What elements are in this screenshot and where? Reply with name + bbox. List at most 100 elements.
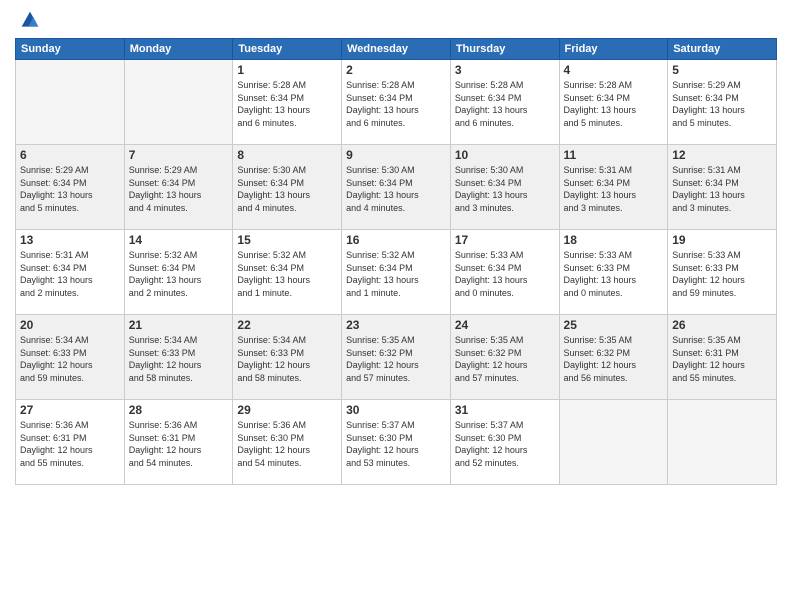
- calendar-cell: 21Sunrise: 5:34 AM Sunset: 6:33 PM Dayli…: [124, 315, 233, 400]
- day-number: 6: [20, 148, 120, 162]
- day-number: 23: [346, 318, 446, 332]
- day-info: Sunrise: 5:34 AM Sunset: 6:33 PM Dayligh…: [237, 334, 337, 384]
- calendar-cell: 14 Sunrise: 5:32 AM Sunset: 6:34 PM Dayli…: [124, 230, 233, 315]
- day-info: Sunrise: 5:36 AM Sunset: 6:30 PM Dayligh…: [237, 419, 337, 469]
- day-info: Sunrise: 5:33 AM Sunset: 6:33 PM Dayligh…: [672, 249, 772, 299]
- day-info: Sunrise: 5:30 AM Sunset: 6:34 PM Dayligh…: [346, 164, 446, 214]
- day-info: Sunrise: 5:28 AM Sunset: 6:34 PM Dayligh…: [564, 79, 664, 129]
- day-number: 1: [237, 63, 337, 77]
- day-number: 26: [672, 318, 772, 332]
- day-info: Sunrise: 5:32 AM Sunset: 6:34 PM Dayligh…: [129, 249, 229, 299]
- calendar-cell: 16 Sunrise: 5:32 AM Sunset: 6:34 PM Dayli…: [342, 230, 451, 315]
- day-number: 30: [346, 403, 446, 417]
- day-info: Sunrise: 5:31 AM Sunset: 6:34 PM Dayligh…: [20, 249, 120, 299]
- calendar-cell: 31 Sunrise: 5:37 AM Sunset: 6:30 PM Dayli…: [450, 400, 559, 485]
- calendar-cell: 25 Sunrise: 5:35 AM Sunset: 6:32 PM Dayli…: [559, 315, 668, 400]
- day-number: 8: [237, 148, 337, 162]
- week-row-2: 6 Sunrise: 5:29 AM Sunset: 6:34 PM Daylig…: [16, 145, 777, 230]
- day-number: 25: [564, 318, 664, 332]
- weekday-header-friday: Friday: [559, 39, 668, 60]
- page: SundayMondayTuesdayWednesdayThursdayFrid…: [0, 0, 792, 612]
- day-info: Sunrise: 5:28 AM Sunset: 6:34 PM Dayligh…: [455, 79, 555, 129]
- week-row-1: 1 Sunrise: 5:28 AM Sunset: 6:34 PM Daylig…: [16, 60, 777, 145]
- calendar-cell: 18 Sunrise: 5:33 AM Sunset: 6:33 PM Dayli…: [559, 230, 668, 315]
- calendar-cell: [559, 400, 668, 485]
- calendar-cell: 3 Sunrise: 5:28 AM Sunset: 6:34 PM Daylig…: [450, 60, 559, 145]
- day-number: 28: [129, 403, 229, 417]
- weekday-header-wednesday: Wednesday: [342, 39, 451, 60]
- day-number: 20: [20, 318, 120, 332]
- calendar-cell: 6 Sunrise: 5:29 AM Sunset: 6:34 PM Daylig…: [16, 145, 125, 230]
- day-number: 5: [672, 63, 772, 77]
- calendar-cell: 7 Sunrise: 5:29 AM Sunset: 6:34 PM Daylig…: [124, 145, 233, 230]
- day-number: 7: [129, 148, 229, 162]
- calendar-cell: 4 Sunrise: 5:28 AM Sunset: 6:34 PM Daylig…: [559, 60, 668, 145]
- day-info: Sunrise: 5:28 AM Sunset: 6:34 PM Dayligh…: [346, 79, 446, 129]
- calendar-cell: 20Sunrise: 5:34 AM Sunset: 6:33 PM Dayli…: [16, 315, 125, 400]
- calendar-cell: 15 Sunrise: 5:32 AM Sunset: 6:34 PM Dayli…: [233, 230, 342, 315]
- day-info: Sunrise: 5:31 AM Sunset: 6:34 PM Dayligh…: [564, 164, 664, 214]
- week-row-5: 27 Sunrise: 5:36 AM Sunset: 6:31 PM Dayli…: [16, 400, 777, 485]
- calendar-cell: 27 Sunrise: 5:36 AM Sunset: 6:31 PM Dayli…: [16, 400, 125, 485]
- weekday-header-thursday: Thursday: [450, 39, 559, 60]
- calendar-cell: 30Sunrise: 5:37 AM Sunset: 6:30 PM Dayli…: [342, 400, 451, 485]
- calendar-cell: 11 Sunrise: 5:31 AM Sunset: 6:34 PM Dayli…: [559, 145, 668, 230]
- calendar-cell: [16, 60, 125, 145]
- day-info: Sunrise: 5:36 AM Sunset: 6:31 PM Dayligh…: [129, 419, 229, 469]
- day-info: Sunrise: 5:29 AM Sunset: 6:34 PM Dayligh…: [20, 164, 120, 214]
- day-number: 19: [672, 233, 772, 247]
- day-info: Sunrise: 5:35 AM Sunset: 6:31 PM Dayligh…: [672, 334, 772, 384]
- day-info: Sunrise: 5:32 AM Sunset: 6:34 PM Dayligh…: [237, 249, 337, 299]
- weekday-header-sunday: Sunday: [16, 39, 125, 60]
- day-number: 10: [455, 148, 555, 162]
- logo-icon: [20, 10, 40, 30]
- day-number: 15: [237, 233, 337, 247]
- calendar-cell: 29 Sunrise: 5:36 AM Sunset: 6:30 PM Dayli…: [233, 400, 342, 485]
- day-info: Sunrise: 5:33 AM Sunset: 6:34 PM Dayligh…: [455, 249, 555, 299]
- calendar-cell: 17Sunrise: 5:33 AM Sunset: 6:34 PM Dayli…: [450, 230, 559, 315]
- day-info: Sunrise: 5:32 AM Sunset: 6:34 PM Dayligh…: [346, 249, 446, 299]
- day-number: 4: [564, 63, 664, 77]
- calendar: SundayMondayTuesdayWednesdayThursdayFrid…: [15, 38, 777, 485]
- day-number: 2: [346, 63, 446, 77]
- day-number: 27: [20, 403, 120, 417]
- day-info: Sunrise: 5:29 AM Sunset: 6:34 PM Dayligh…: [672, 79, 772, 129]
- calendar-cell: [124, 60, 233, 145]
- calendar-cell: 12 Sunrise: 5:31 AM Sunset: 6:34 PM Dayli…: [668, 145, 777, 230]
- day-info: Sunrise: 5:36 AM Sunset: 6:31 PM Dayligh…: [20, 419, 120, 469]
- calendar-cell: 13 Sunrise: 5:31 AM Sunset: 6:34 PM Dayli…: [16, 230, 125, 315]
- day-number: 3: [455, 63, 555, 77]
- calendar-cell: 24Sunrise: 5:35 AM Sunset: 6:32 PM Dayli…: [450, 315, 559, 400]
- weekday-header-row: SundayMondayTuesdayWednesdayThursdayFrid…: [16, 39, 777, 60]
- day-info: Sunrise: 5:30 AM Sunset: 6:34 PM Dayligh…: [237, 164, 337, 214]
- day-number: 18: [564, 233, 664, 247]
- day-number: 16: [346, 233, 446, 247]
- week-row-3: 13 Sunrise: 5:31 AM Sunset: 6:34 PM Dayli…: [16, 230, 777, 315]
- logo: [15, 10, 40, 30]
- weekday-header-saturday: Saturday: [668, 39, 777, 60]
- day-number: 29: [237, 403, 337, 417]
- day-info: Sunrise: 5:29 AM Sunset: 6:34 PM Dayligh…: [129, 164, 229, 214]
- calendar-cell: 10 Sunrise: 5:30 AM Sunset: 6:34 PM Dayli…: [450, 145, 559, 230]
- day-number: 14: [129, 233, 229, 247]
- weekday-header-tuesday: Tuesday: [233, 39, 342, 60]
- day-number: 22: [237, 318, 337, 332]
- day-info: Sunrise: 5:35 AM Sunset: 6:32 PM Dayligh…: [564, 334, 664, 384]
- calendar-cell: 22 Sunrise: 5:34 AM Sunset: 6:33 PM Dayli…: [233, 315, 342, 400]
- calendar-cell: 5 Sunrise: 5:29 AM Sunset: 6:34 PM Daylig…: [668, 60, 777, 145]
- day-number: 31: [455, 403, 555, 417]
- calendar-cell: 1Sunrise: 5:28 AM Sunset: 6:34 PM Daylig…: [233, 60, 342, 145]
- calendar-cell: 23Sunrise: 5:35 AM Sunset: 6:32 PM Dayli…: [342, 315, 451, 400]
- day-info: Sunrise: 5:33 AM Sunset: 6:33 PM Dayligh…: [564, 249, 664, 299]
- weekday-header-monday: Monday: [124, 39, 233, 60]
- day-info: Sunrise: 5:37 AM Sunset: 6:30 PM Dayligh…: [455, 419, 555, 469]
- day-number: 13: [20, 233, 120, 247]
- day-info: Sunrise: 5:31 AM Sunset: 6:34 PM Dayligh…: [672, 164, 772, 214]
- day-info: Sunrise: 5:30 AM Sunset: 6:34 PM Dayligh…: [455, 164, 555, 214]
- calendar-cell: 2 Sunrise: 5:28 AM Sunset: 6:34 PM Daylig…: [342, 60, 451, 145]
- calendar-cell: 19 Sunrise: 5:33 AM Sunset: 6:33 PM Dayli…: [668, 230, 777, 315]
- day-number: 11: [564, 148, 664, 162]
- day-number: 12: [672, 148, 772, 162]
- day-number: 9: [346, 148, 446, 162]
- calendar-cell: 28 Sunrise: 5:36 AM Sunset: 6:31 PM Dayli…: [124, 400, 233, 485]
